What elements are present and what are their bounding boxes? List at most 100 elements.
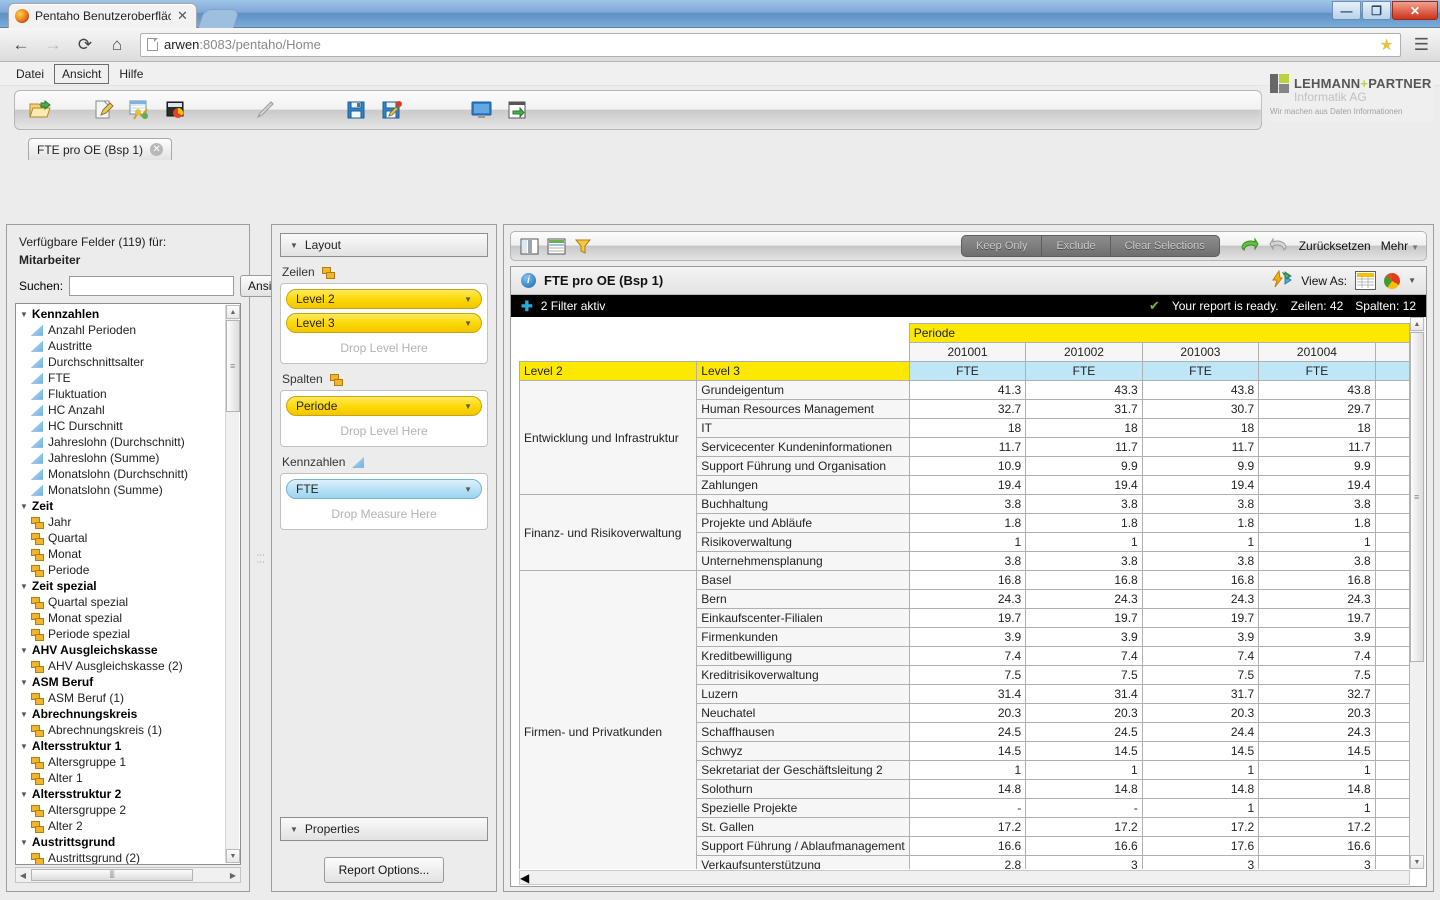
report-options-button[interactable]: Report Options...: [323, 857, 445, 883]
document-tab-fte-pro-oe[interactable]: FTE pro OE (Bsp 1) ✕: [28, 138, 173, 160]
fields-tree-item[interactable]: ASM Beruf (1): [18, 690, 224, 706]
new-report-icon[interactable]: [87, 95, 121, 125]
value-cell[interactable]: 7.4: [1141, 646, 1260, 666]
chevron-down-icon[interactable]: ▼: [464, 402, 472, 411]
value-cell[interactable]: 1: [1025, 532, 1143, 552]
value-cell[interactable]: 3.8: [908, 494, 1027, 514]
fields-tree[interactable]: ▼ Kennzahlen Anzahl Perioden Austritte Durch…: [15, 303, 241, 865]
value-cell[interactable]: 1: [1025, 760, 1143, 780]
columns-toggle-icon[interactable]: [518, 235, 540, 257]
pivot-hscrollbar[interactable]: ◀ ▶: [519, 870, 1410, 886]
search-input[interactable]: [69, 276, 235, 296]
fields-tree-item[interactable]: Monat spezial: [18, 610, 224, 626]
scroll-thumb[interactable]: [31, 869, 193, 881]
value-cell[interactable]: 20.3: [1141, 703, 1260, 723]
home-icon[interactable]: ⌂: [104, 32, 130, 58]
level3-cell[interactable]: Kreditbewilligung: [696, 646, 910, 666]
value-cell[interactable]: 11.7: [1258, 437, 1376, 457]
value-cell[interactable]: 20.3: [1258, 703, 1376, 723]
fields-tree-group[interactable]: ▼ Zeit spezial: [18, 578, 224, 594]
keep-only-button[interactable]: Keep Only: [962, 236, 1043, 256]
value-cell[interactable]: 1: [1141, 532, 1260, 552]
value-cell[interactable]: 16.6: [1258, 836, 1376, 856]
value-cell[interactable]: 24.3: [1258, 589, 1376, 609]
minimize-button[interactable]: —: [1332, 1, 1361, 20]
value-cell[interactable]: 19.4: [1141, 475, 1260, 495]
measure-column-header[interactable]: FTE: [1141, 361, 1260, 381]
table-row[interactable]: Entwicklung und Infrastruktur Grundeigent…: [518, 380, 1410, 495]
level3-cell[interactable]: Unternehmensplanung: [696, 551, 910, 571]
value-cell[interactable]: 3: [1258, 855, 1376, 869]
value-cell[interactable]: 1.8: [1258, 513, 1376, 533]
value-cell[interactable]: 24.3: [1141, 589, 1260, 609]
value-cell[interactable]: 14.8: [908, 779, 1027, 799]
value-cell[interactable]: 3.8: [1025, 494, 1143, 514]
value-cell[interactable]: 10.9: [908, 456, 1027, 476]
fields-tree-item[interactable]: Quartal spezial: [18, 594, 224, 610]
scroll-thumb[interactable]: [226, 320, 240, 412]
value-cell[interactable]: 3.8: [1258, 551, 1376, 571]
close-icon[interactable]: ✕: [177, 8, 188, 24]
row-level-level2[interactable]: Level 2 ▼: [286, 289, 482, 309]
level3-cell[interactable]: Solothurn: [696, 779, 910, 799]
chevron-down-icon[interactable]: ▼: [464, 295, 472, 304]
value-cell[interactable]: 24.5: [1025, 722, 1143, 742]
value-cell[interactable]: 3: [1141, 855, 1260, 869]
view-as-table-icon[interactable]: [1355, 271, 1377, 290]
menu-datei[interactable]: Datei: [8, 64, 52, 84]
value-cell[interactable]: 1.8: [908, 513, 1027, 533]
level3-cell[interactable]: Spezielle Projekte: [696, 798, 910, 818]
value-cell[interactable]: 1: [1141, 760, 1260, 780]
save-icon[interactable]: [339, 95, 373, 125]
value-cell[interactable]: 14.8: [1258, 779, 1376, 799]
value-cell[interactable]: 41.3: [908, 380, 1027, 400]
value-cell[interactable]: 11.7: [1141, 437, 1260, 457]
value-cell[interactable]: 3.9: [908, 627, 1027, 647]
fields-tree-item[interactable]: Fluktuation: [18, 386, 224, 402]
value-cell[interactable]: 1.8: [1025, 513, 1143, 533]
level3-cell[interactable]: Sekretariat der Geschäftsleitung 2: [696, 760, 910, 780]
open-folder-icon[interactable]: [25, 95, 59, 125]
measure-column-header[interactable]: FTE: [1025, 361, 1143, 381]
level3-cell[interactable]: Kreditrisikoverwaltung: [696, 665, 910, 685]
measure-column-header[interactable]: FTE: [1258, 361, 1376, 381]
fields-tree-group[interactable]: ▼ ASM Beruf: [18, 674, 224, 690]
export-icon[interactable]: [501, 95, 535, 125]
clear-selections-button[interactable]: Clear Selections: [1111, 236, 1219, 256]
redo-arrow-icon[interactable]: [1269, 236, 1289, 256]
value-cell[interactable]: 14.5: [1025, 741, 1143, 761]
value-cell[interactable]: 24.3: [908, 589, 1027, 609]
scroll-right-icon[interactable]: ▶: [226, 868, 240, 882]
save-as-icon[interactable]: [375, 95, 409, 125]
value-cell[interactable]: 19.4: [1258, 475, 1376, 495]
row-axis-header[interactable]: Level 2: [518, 361, 698, 381]
value-cell[interactable]: 31.4: [1025, 684, 1143, 704]
table-row[interactable]: Firmen- und Privatkunden Basel 16.8 16.8 16.…: [518, 570, 1410, 869]
value-cell[interactable]: 7.4: [1258, 646, 1376, 666]
level3-cell[interactable]: Basel: [696, 570, 910, 590]
level3-cell[interactable]: Zahlungen: [696, 475, 910, 495]
pivot-grid-scroll[interactable]: Periode 201001 201002 201003 201004 Level 2 Le…: [511, 317, 1410, 869]
value-cell[interactable]: 24.4: [1141, 722, 1260, 742]
fields-tree-item[interactable]: Alter 2: [18, 818, 224, 834]
value-cell[interactable]: 18: [908, 418, 1027, 438]
value-cell[interactable]: 31.7: [1141, 684, 1260, 704]
fields-tree-item[interactable]: Jahreslohn (Summe): [18, 450, 224, 466]
value-cell[interactable]: 1: [1258, 760, 1376, 780]
value-cell[interactable]: 31.4: [908, 684, 1027, 704]
value-cell[interactable]: 19.4: [908, 475, 1027, 495]
value-cell[interactable]: 9.9: [1141, 456, 1260, 476]
properties-section-header[interactable]: ▼ Properties: [280, 817, 488, 841]
fields-tree-group[interactable]: ▼ AHV Ausgleichskasse: [18, 642, 224, 658]
value-cell[interactable]: 16.6: [908, 836, 1027, 856]
value-cell[interactable]: 19.7: [1141, 608, 1260, 628]
level3-cell[interactable]: Grundeigentum: [696, 380, 910, 400]
fields-tree-item[interactable]: Periode: [18, 562, 224, 578]
value-cell[interactable]: 9.9: [1258, 456, 1376, 476]
scroll-left-icon[interactable]: ◀: [520, 871, 1409, 885]
value-cell[interactable]: 18: [1025, 418, 1143, 438]
value-cell[interactable]: 2.8: [908, 855, 1027, 869]
add-filter-icon[interactable]: ✚: [521, 298, 533, 315]
value-cell[interactable]: 16.8: [1258, 570, 1376, 590]
value-cell[interactable]: 18: [1141, 418, 1260, 438]
